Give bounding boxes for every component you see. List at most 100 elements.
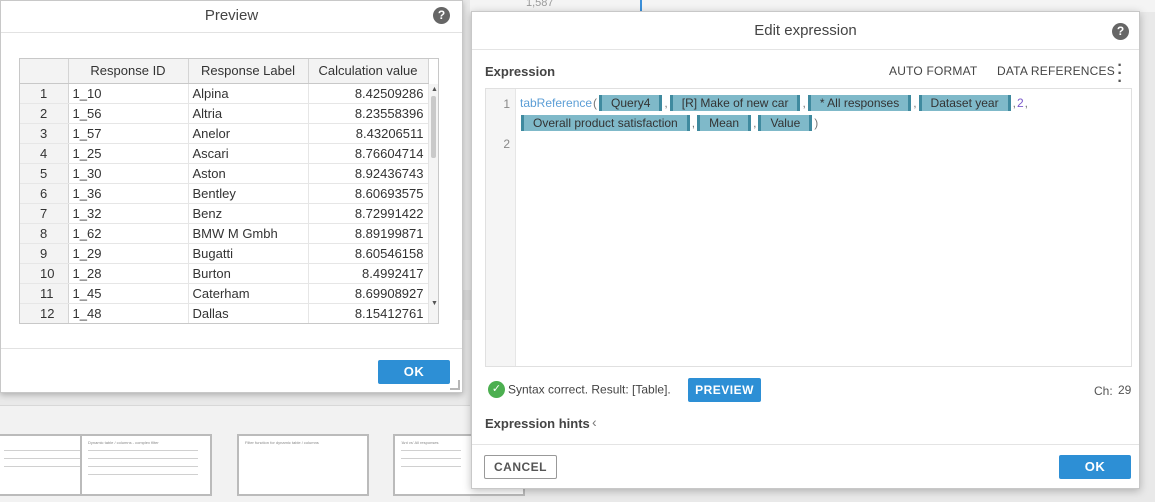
response-label-cell: Burton (188, 263, 309, 284)
background-thumbnail-strip: Dynamic table / columns - complex filter… (0, 405, 525, 502)
data-reference-token[interactable]: Value (758, 115, 813, 131)
data-reference-token[interactable]: [R] Make of new car (669, 95, 801, 111)
number-literal: 2 (1016, 96, 1024, 110)
response-id-cell: 1_29 (68, 243, 189, 264)
column-header-calculation-value[interactable]: Calculation value (308, 59, 429, 84)
data-reference-token[interactable]: * All responses (807, 95, 912, 111)
response-label-cell: Bugatti (188, 243, 309, 264)
column-header-response-label[interactable]: Response Label (188, 59, 309, 84)
calculation-value-cell: 8.76604714 (308, 143, 429, 164)
calculation-value-cell: 8.23558396 (308, 103, 429, 124)
calculation-value-cell: 8.69908927 (308, 283, 429, 304)
table-row[interactable]: 4 1_25 Ascari 8.76604714 (20, 143, 429, 164)
response-id-cell: 1_56 (68, 103, 189, 124)
response-id-cell: 1_48 (68, 303, 189, 323)
calculation-value-cell: 8.72991422 (308, 203, 429, 224)
calculation-value-cell: 8.89199871 (308, 223, 429, 244)
edit-title: Edit expression (754, 22, 857, 39)
row-number: 4 (20, 143, 69, 164)
table-row[interactable]: 5 1_30 Aston 8.92436743 (20, 163, 429, 184)
response-label-cell: Bentley (188, 183, 309, 204)
row-number: 12 (20, 303, 69, 323)
table-scrollbar[interactable]: ▲ ▼ (428, 84, 438, 323)
preview-button[interactable]: PREVIEW (688, 378, 761, 402)
response-label-cell: Alpina (188, 83, 309, 104)
table-row[interactable]: 8 1_62 BMW M Gmbh 8.89199871 (20, 223, 429, 244)
response-label-cell: BMW M Gmbh (188, 223, 309, 244)
row-number: 7 (20, 203, 69, 224)
data-reference-token[interactable]: Query4 (599, 95, 663, 111)
expression-label: Expression (485, 64, 556, 79)
char-count-label: Ch: (1094, 384, 1113, 398)
line-number: 2 (503, 137, 510, 151)
preview-dialog: Preview ? Response ID Response Label Cal… (0, 0, 463, 393)
table-row[interactable]: 3 1_57 Anelor 8.43206511 (20, 123, 429, 144)
chevron-left-icon[interactable]: ‹ (592, 414, 597, 430)
edit-ok-button[interactable]: OK (1059, 455, 1131, 479)
function-name: tabReference (520, 96, 593, 110)
response-id-cell: 1_62 (68, 223, 189, 244)
code-line-1-wrapped[interactable]: Overall product satisfaction, Mean, Value) (520, 115, 819, 131)
edit-expression-dialog: Edit expression ? Expression AUTO FORMAT… (471, 11, 1140, 489)
line-number-gutter: 1 2 (486, 89, 516, 366)
table-row[interactable]: 6 1_36 Bentley 8.60693575 (20, 183, 429, 204)
row-number-header (20, 59, 69, 84)
table-row[interactable]: 2 1_56 Altria 8.23558396 (20, 103, 429, 124)
edit-title-bar: Edit expression ? (472, 12, 1139, 50)
calculation-value-cell: 8.4992417 (308, 263, 429, 284)
thumbnail-page[interactable]: Filter function for dynamic table / colu… (237, 434, 369, 496)
cancel-button[interactable]: CANCEL (484, 455, 557, 479)
data-reference-token[interactable]: Mean (697, 115, 752, 131)
thumbnail-title: Dynamic table / columns - complex filter (88, 440, 159, 445)
expression-editor[interactable]: 1 2 tabReference(Query4, [R] Make of new … (485, 88, 1132, 367)
table-row[interactable]: 10 1_28 Burton 8.4992417 (20, 263, 429, 284)
table-row[interactable]: 12 1_48 Dallas 8.15412761 (20, 303, 429, 323)
response-label-cell: Caterham (188, 283, 309, 304)
response-label-cell: Benz (188, 203, 309, 224)
calculation-value-cell: 8.92436743 (308, 163, 429, 184)
check-icon: ✓ (488, 381, 505, 398)
table-row[interactable]: 7 1_32 Benz 8.72991422 (20, 203, 429, 224)
response-label-cell: Dallas (188, 303, 309, 323)
response-id-cell: 1_10 (68, 83, 189, 104)
row-number: 1 (20, 83, 69, 104)
more-options-icon[interactable]: · · · (1116, 58, 1124, 90)
column-header-response-id[interactable]: Response ID (68, 59, 189, 84)
preview-ok-button[interactable]: OK (378, 360, 450, 384)
response-id-cell: 1_28 (68, 263, 189, 284)
syntax-status: ✓ Syntax correct. Result: [Table]. (488, 381, 671, 398)
row-number: 6 (20, 183, 69, 204)
scroll-up-icon[interactable]: ▲ (431, 86, 438, 93)
char-count-value: 29 (1118, 383, 1132, 397)
data-references-button[interactable]: DATA REFERENCES (997, 64, 1115, 78)
data-reference-token[interactable]: Overall product satisfaction (521, 115, 690, 131)
table-row[interactable]: 9 1_29 Bugatti 8.60546158 (20, 243, 429, 264)
scrollbar-thumb[interactable] (431, 96, 436, 158)
line-number: 1 (503, 97, 510, 111)
table-row[interactable]: 1 1_10 Alpina 8.42509286 (20, 83, 429, 104)
scroll-down-icon[interactable]: ▼ (431, 300, 438, 307)
response-label-cell: Anelor (188, 123, 309, 144)
preview-title-bar: Preview ? (1, 1, 462, 33)
thumbnail-page[interactable]: Dynamic table / columns - complex filter (80, 434, 212, 496)
response-id-cell: 1_30 (68, 163, 189, 184)
table-row[interactable]: 11 1_45 Caterham 8.69908927 (20, 283, 429, 304)
response-label-cell: Ascari (188, 143, 309, 164)
preview-footer: OK (1, 348, 462, 394)
data-reference-token[interactable]: Dataset year (918, 95, 1011, 111)
background-value: 1,587 (526, 0, 554, 9)
resize-grip-icon[interactable] (450, 380, 460, 390)
help-icon[interactable]: ? (433, 7, 450, 24)
thumbnail-title: Filter function for dynamic table / colu… (245, 440, 319, 445)
auto-format-button[interactable]: AUTO FORMAT (889, 64, 977, 78)
code-line-1[interactable]: tabReference(Query4, [R] Make of new car,… (520, 95, 1029, 111)
response-id-cell: 1_36 (68, 183, 189, 204)
expression-hints-label[interactable]: Expression hints (485, 416, 590, 431)
calculation-value-cell: 8.60693575 (308, 183, 429, 204)
help-icon[interactable]: ? (1112, 23, 1129, 40)
calculation-value-cell: 8.42509286 (308, 83, 429, 104)
response-label-cell: Altria (188, 103, 309, 124)
response-id-cell: 1_32 (68, 203, 189, 224)
row-number: 8 (20, 223, 69, 244)
preview-title: Preview (204, 7, 259, 24)
